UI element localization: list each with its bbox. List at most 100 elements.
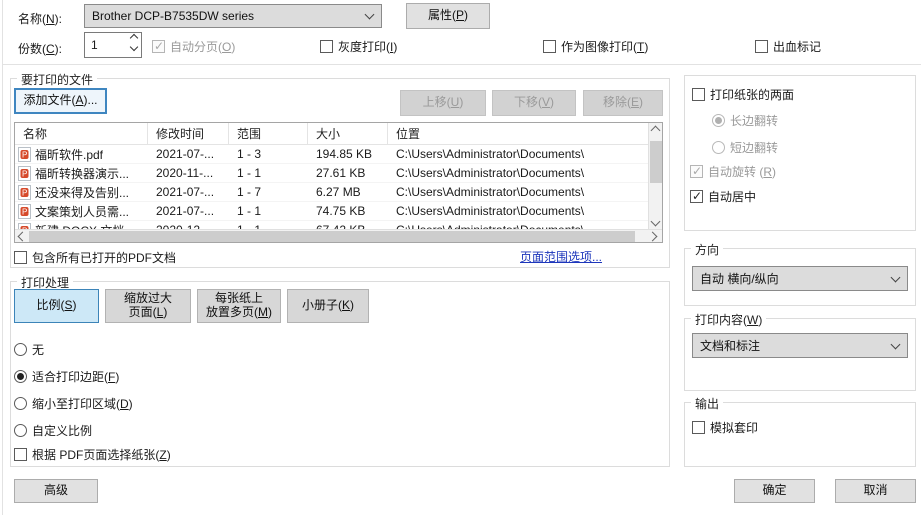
print-content-select-value: 文档和标注 (700, 337, 760, 354)
tab-shrink-oversized[interactable]: 缩放过大 页面(L) (105, 289, 191, 323)
file-size: 27.61 KB (308, 166, 388, 180)
chevron-down-icon (891, 339, 901, 349)
table-row[interactable]: P文案策划人员需... 2021-07-... 1 - 1 74.75 KB C… (15, 202, 648, 221)
radio-shrink-to-printable-area[interactable]: 缩小至打印区域(D) (14, 395, 133, 412)
chevron-down-icon (365, 10, 375, 20)
orientation-group-title: 方向 (691, 241, 723, 258)
radio-flip-short-edge: 短边翻转 (712, 139, 778, 156)
file-modified: 2021-07-... (148, 204, 229, 218)
radio-scale-none[interactable]: 无 (14, 341, 44, 358)
column-header-range[interactable]: 范围 (229, 123, 308, 145)
auto-rotate-checkbox: 自动旋转 (R) (690, 163, 776, 180)
horizontal-scrollbar[interactable] (15, 229, 663, 242)
radio-icon (14, 424, 27, 437)
output-group-title: 输出 (691, 395, 723, 412)
orientation-select-value: 自动 横向/纵向 (700, 270, 779, 287)
scroll-up-icon[interactable] (651, 126, 661, 136)
print-dialog: { "top": { "printer_label": "名称(N):", "p… (0, 0, 924, 515)
add-files-button[interactable]: 添加文件(A)... (14, 88, 107, 114)
svg-text:P: P (22, 207, 27, 216)
pdf-file-icon: P (18, 185, 31, 200)
file-modified: 2021-07-... (148, 185, 229, 199)
bleed-marks-checkbox[interactable]: 出血标记 (755, 38, 821, 55)
svg-text:P: P (22, 188, 27, 197)
include-all-open-pdfs-checkbox[interactable]: 包含所有已打开的PDF文档 (14, 249, 176, 266)
file-range: 1 - 1 (229, 204, 308, 218)
chevron-down-icon (891, 272, 901, 282)
choose-paper-by-pdf-size-checkbox[interactable]: 根据 PDF页面选择纸张(Z) (14, 446, 171, 463)
properties-button[interactable]: 属性(P) (406, 3, 490, 29)
file-modified: 2020-11-... (148, 166, 229, 180)
svg-text:P: P (22, 169, 27, 178)
stepper-arrows-icon[interactable] (131, 35, 137, 50)
files-table-header: 名称 修改时间 范围 大小 位置 (15, 123, 648, 145)
radio-fit-printable-area[interactable]: 适合打印边距(F) (14, 368, 119, 385)
orientation-select[interactable]: 自动 横向/纵向 (692, 266, 908, 291)
print-content-group-title: 打印内容(W) (691, 311, 766, 328)
pdf-file-icon: P (18, 147, 31, 162)
collate-checkbox: 自动分页(O) (152, 38, 235, 55)
page-range-options-link[interactable]: 页面范围选项... (520, 248, 602, 265)
files-group-title: 要打印的文件 (17, 71, 97, 88)
checkbox-icon (152, 40, 165, 53)
horizontal-scrollbar-thumb[interactable] (29, 231, 635, 242)
cancel-button[interactable]: 取消 (835, 479, 916, 503)
column-header-location[interactable]: 位置 (388, 123, 648, 145)
vertical-scrollbar[interactable] (648, 123, 662, 229)
radio-icon (14, 343, 27, 356)
file-location: C:\Users\Administrator\Documents\ (388, 204, 648, 218)
file-location: C:\Users\Administrator\Documents\ (388, 166, 648, 180)
file-location: C:\Users\Administrator\Documents\ (388, 147, 648, 161)
scroll-down-icon[interactable] (651, 217, 661, 227)
checkbox-icon (14, 251, 27, 264)
checkbox-icon (692, 421, 705, 434)
checkbox-icon (692, 88, 705, 101)
checkbox-icon (320, 40, 333, 53)
tab-booklet[interactable]: 小册子(K) (287, 289, 369, 323)
files-table: 名称 修改时间 范围 大小 位置 P 福昕软件.pdf 2021-07-... 1… (14, 122, 663, 243)
window-left-border (2, 0, 3, 515)
ok-button[interactable]: 确定 (734, 479, 815, 503)
copies-stepper[interactable]: 1 (84, 32, 142, 58)
file-name: 福昕软件.pdf (35, 146, 103, 163)
file-range: 1 - 1 (229, 166, 308, 180)
simulate-overprinting-checkbox[interactable]: 模拟套印 (692, 419, 758, 436)
remove-button: 移除(E) (583, 90, 663, 116)
radio-icon (14, 397, 27, 410)
table-row[interactable]: P还没来得及告别... 2021-07-... 1 - 7 6.27 MB C:… (15, 183, 648, 202)
print-both-sides-checkbox[interactable]: 打印纸张的两面 (692, 86, 794, 103)
checkbox-icon (755, 40, 768, 53)
print-content-select[interactable]: 文档和标注 (692, 333, 908, 358)
column-header-name[interactable]: 名称 (15, 123, 148, 145)
advanced-button[interactable]: 高级 (14, 479, 98, 503)
grayscale-checkbox[interactable]: 灰度打印(I) (320, 38, 397, 55)
tab-scale[interactable]: 比例(S) (14, 289, 99, 323)
pdf-file-icon: P (18, 166, 31, 181)
radio-custom-scale[interactable]: 自定义比例 (14, 422, 92, 439)
column-header-size[interactable]: 大小 (308, 123, 388, 145)
scroll-right-icon[interactable] (648, 232, 658, 242)
table-row[interactable]: P福昕软件.pdf 2021-07-... 1 - 3 194.85 KB C:… (15, 145, 648, 164)
pdf-file-icon: P (18, 204, 31, 219)
printer-select-value: Brother DCP-B7535DW series (92, 9, 254, 23)
tab-multiple-per-sheet[interactable]: 每张纸上 放置多页(M) (197, 289, 281, 323)
file-modified: 2021-07-... (148, 147, 229, 161)
print-as-image-checkbox[interactable]: 作为图像打印(T) (543, 38, 648, 55)
svg-text:P: P (22, 150, 27, 159)
auto-center-checkbox[interactable]: 自动居中 (690, 188, 756, 205)
checkbox-icon (690, 165, 703, 178)
printer-select[interactable]: Brother DCP-B7535DW series (84, 4, 382, 28)
radio-icon (14, 370, 27, 383)
vertical-scrollbar-thumb[interactable] (650, 141, 662, 183)
checkbox-icon (690, 190, 703, 203)
table-row[interactable]: P 福昕转换器演示... 2020-11-... 1 - 1 27.61 KB C… (15, 164, 648, 183)
top-separator (3, 64, 921, 65)
copies-value: 1 (91, 38, 98, 52)
file-name: 福昕转换器演示... (35, 165, 129, 182)
checkbox-icon (14, 448, 27, 461)
file-location: C:\Users\Administrator\Documents\ (388, 185, 648, 199)
radio-icon (712, 141, 725, 154)
file-size: 6.27 MB (308, 185, 388, 199)
column-header-modified[interactable]: 修改时间 (148, 123, 229, 145)
scroll-left-icon[interactable] (18, 232, 28, 242)
